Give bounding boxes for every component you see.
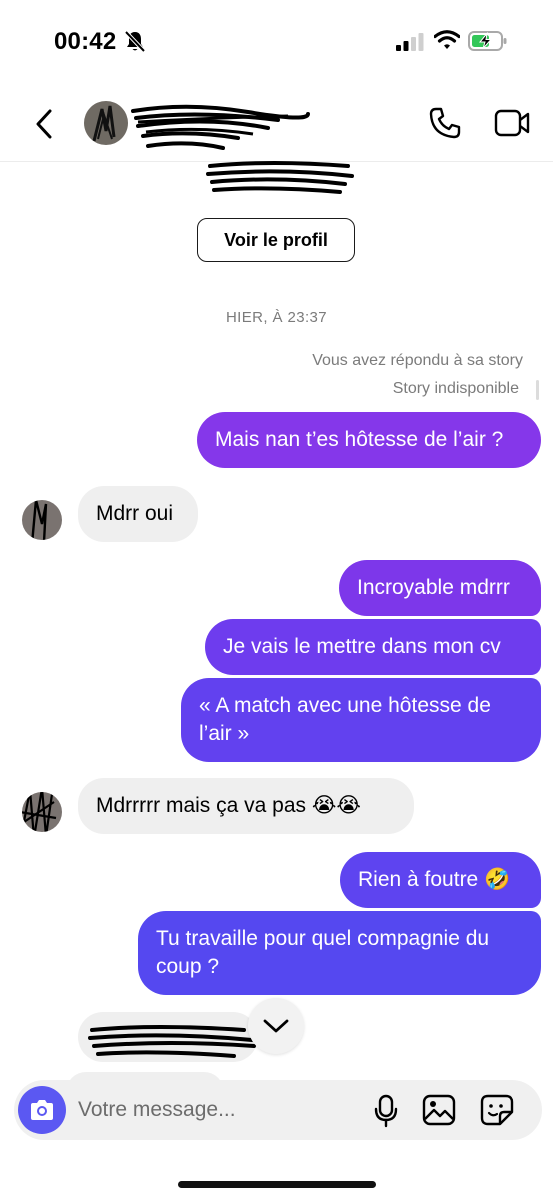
- status-bar: 00:42: [0, 0, 553, 82]
- status-time: 00:42: [54, 28, 117, 55]
- video-icon[interactable]: [494, 108, 530, 138]
- contact-avatar-small: [22, 792, 62, 832]
- signal-icon: [396, 33, 424, 51]
- chevron-down-icon: [263, 1019, 289, 1033]
- sent-message[interactable]: « A match avec une hôtesse de l’air »: [181, 678, 541, 762]
- sent-message[interactable]: Incroyable mdrrr: [339, 560, 541, 616]
- gallery-icon[interactable]: [422, 1094, 456, 1126]
- contact-avatar[interactable]: [84, 101, 128, 145]
- contact-avatar-small: [22, 500, 62, 540]
- scroll-to-bottom-button[interactable]: [248, 998, 304, 1054]
- name-scribble: [131, 104, 310, 150]
- mic-icon[interactable]: [372, 1094, 400, 1128]
- bell-off-icon: [124, 30, 146, 53]
- story-unavailable-label: Story indisponible: [392, 380, 519, 397]
- message-scribble: [88, 1025, 256, 1058]
- camera-icon: [31, 1100, 53, 1120]
- phone-icon[interactable]: [428, 106, 462, 140]
- message-input[interactable]: [78, 1090, 368, 1130]
- received-message[interactable]: Mdrr oui: [78, 486, 198, 542]
- wifi-icon: [434, 30, 460, 49]
- view-profile-button[interactable]: Voir le profil: [197, 218, 355, 262]
- battery-charging-icon: [468, 31, 507, 51]
- back-icon[interactable]: [30, 106, 60, 142]
- story-reply-bar: [536, 380, 539, 400]
- date-separator: HIER, À 23:37: [225, 309, 328, 326]
- sticker-icon[interactable]: [480, 1094, 514, 1126]
- message-composer: [14, 1080, 542, 1140]
- sent-message[interactable]: Rien à foutre 🤣: [340, 852, 541, 908]
- profile-info-scribble: [206, 161, 354, 194]
- sent-message[interactable]: Tu travaille pour quel compagnie du coup…: [138, 911, 541, 995]
- sent-message[interactable]: Mais nan t’es hôtesse de l’air ?: [197, 412, 541, 468]
- story-reply-note: Vous avez répondu à sa story: [312, 352, 523, 369]
- sent-message[interactable]: Je vais le mettre dans mon cv: [205, 619, 541, 675]
- received-message[interactable]: Mdrrrrr mais ça va pas 😭😭: [78, 778, 414, 834]
- camera-button[interactable]: [18, 1086, 66, 1134]
- chat-header: [0, 82, 553, 162]
- home-indicator[interactable]: [178, 1181, 376, 1188]
